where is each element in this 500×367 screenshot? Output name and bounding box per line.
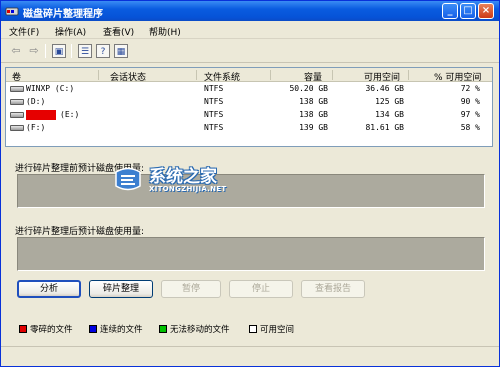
legend-swatch-red bbox=[19, 325, 27, 333]
legend-swatch-white bbox=[249, 325, 257, 333]
volume-list[interactable]: 卷 会话状态 文件系统 容量 可用空间 % 可用空间 WINXP (C:) NT… bbox=[5, 67, 493, 147]
help-icon[interactable]: ? bbox=[96, 44, 110, 58]
forward-arrow-icon[interactable]: ⇨ bbox=[27, 44, 41, 58]
minimize-button[interactable]: _ bbox=[442, 3, 458, 19]
console-tree-icon[interactable]: ▣ bbox=[52, 44, 66, 58]
volume-free: 81.61 GB bbox=[365, 123, 404, 132]
disk-defrag-app-icon bbox=[5, 7, 19, 16]
pause-button[interactable]: 暂停 bbox=[161, 280, 221, 298]
analyze-button[interactable]: 分析 bbox=[17, 280, 81, 298]
volume-row-c[interactable]: WINXP (C:) NTFS 50.20 GB 36.46 GB 72 % bbox=[6, 83, 492, 95]
drive-icon bbox=[10, 86, 24, 92]
menu-bar: 文件(F) 操作(A) 查看(V) 帮助(H) bbox=[1, 21, 499, 39]
legend-label: 可用空间 bbox=[260, 325, 295, 335]
window-title: 磁盘碎片整理程序 bbox=[23, 9, 103, 20]
volume-free: 125 GB bbox=[375, 97, 404, 106]
col-volume[interactable]: 卷 bbox=[12, 70, 21, 83]
volume-pct-free: 97 % bbox=[460, 110, 480, 119]
volume-pct-free: 72 % bbox=[460, 84, 480, 93]
defrag-button[interactable]: 碎片整理 bbox=[89, 280, 153, 298]
volume-fs: NTFS bbox=[204, 97, 224, 106]
volume-fs: NTFS bbox=[204, 110, 224, 119]
volume-capacity: 138 GB bbox=[299, 97, 328, 106]
legend-label: 零碎的文件 bbox=[30, 325, 73, 335]
drive-icon bbox=[10, 125, 24, 131]
toolbar: ⇦ ⇨ ▣ ☰ ? ▦ bbox=[1, 39, 499, 63]
watermark-logo-icon bbox=[115, 167, 141, 191]
volume-name: (F:) bbox=[26, 123, 46, 132]
volume-pct-free: 90 % bbox=[460, 97, 480, 106]
col-free-space[interactable]: 可用空间 bbox=[364, 70, 400, 83]
watermark-url: XITONGZHIJIA.NET bbox=[149, 185, 227, 193]
legend-contiguous: 连续的文件 bbox=[89, 323, 143, 335]
volume-row-d[interactable]: (D:) NTFS 138 GB 125 GB 90 % bbox=[6, 96, 492, 108]
drive-icon bbox=[10, 112, 24, 118]
volume-row-e[interactable]: (E:) NTFS 138 GB 134 GB 97 % bbox=[6, 109, 492, 121]
watermark-text: 系统之家 bbox=[149, 167, 217, 187]
volume-name: (D:) bbox=[26, 97, 46, 106]
menu-view[interactable]: 查看(V) bbox=[103, 25, 134, 38]
back-arrow-icon[interactable]: ⇦ bbox=[9, 44, 23, 58]
col-pct-free[interactable]: % 可用空间 bbox=[434, 70, 481, 83]
volume-free: 36.46 GB bbox=[365, 84, 404, 93]
volume-list-header: 卷 会话状态 文件系统 容量 可用空间 % 可用空间 bbox=[6, 68, 492, 83]
maximize-button[interactable]: □ bbox=[460, 3, 476, 19]
volume-free: 134 GB bbox=[375, 110, 404, 119]
legend-unmovable: 无法移动的文件 bbox=[159, 323, 230, 335]
legend-label: 无法移动的文件 bbox=[170, 325, 230, 335]
col-capacity[interactable]: 容量 bbox=[304, 70, 322, 83]
refresh-icon[interactable]: ▦ bbox=[114, 44, 128, 58]
volume-row-f[interactable]: (F:) NTFS 139 GB 81.61 GB 58 % bbox=[6, 122, 492, 134]
menu-file[interactable]: 文件(F) bbox=[9, 25, 39, 38]
header-divider bbox=[332, 70, 333, 80]
view-report-button[interactable]: 查看报告 bbox=[301, 280, 365, 298]
volume-capacity: 138 GB bbox=[299, 110, 328, 119]
watermark: 系统之家 XITONGZHIJIA.NET bbox=[113, 162, 253, 198]
volume-name: (E:) bbox=[60, 110, 80, 119]
defrag-window: 磁盘碎片整理程序 _ □ × 文件(F) 操作(A) 查看(V) 帮助(H) ⇦… bbox=[0, 0, 500, 367]
col-file-system[interactable]: 文件系统 bbox=[204, 70, 240, 83]
header-divider bbox=[408, 70, 409, 80]
volume-capacity: 139 GB bbox=[299, 123, 328, 132]
toolbar-separator bbox=[45, 44, 46, 58]
header-divider bbox=[270, 70, 271, 80]
legend-fragmented: 零碎的文件 bbox=[19, 323, 73, 335]
volume-fs: NTFS bbox=[204, 84, 224, 93]
legend-swatch-blue bbox=[89, 325, 97, 333]
stop-button[interactable]: 停止 bbox=[229, 280, 293, 298]
col-session-status[interactable]: 会话状态 bbox=[110, 70, 146, 83]
usage-after-label: 进行碎片整理后预计磁盘使用量: bbox=[15, 227, 145, 237]
volume-name: WINXP (C:) bbox=[26, 84, 75, 93]
drive-icon bbox=[10, 99, 24, 105]
volume-pct-free: 58 % bbox=[460, 123, 480, 132]
legend-free-space: 可用空间 bbox=[249, 323, 294, 335]
status-bar bbox=[1, 346, 499, 366]
volume-capacity: 50.20 GB bbox=[289, 84, 328, 93]
volume-fs: NTFS bbox=[204, 123, 224, 132]
header-divider bbox=[98, 70, 99, 80]
redacted-volume-label bbox=[26, 110, 56, 120]
usage-after-display bbox=[17, 237, 485, 271]
legend-label: 连续的文件 bbox=[100, 325, 143, 335]
menu-help[interactable]: 帮助(H) bbox=[149, 25, 181, 38]
menu-action[interactable]: 操作(A) bbox=[55, 25, 86, 38]
close-button[interactable]: × bbox=[478, 3, 494, 19]
legend-swatch-green bbox=[159, 325, 167, 333]
properties-icon[interactable]: ☰ bbox=[78, 44, 92, 58]
title-bar[interactable]: 磁盘碎片整理程序 _ □ × bbox=[1, 1, 499, 21]
toolbar-separator bbox=[71, 44, 72, 58]
header-divider bbox=[196, 70, 197, 80]
